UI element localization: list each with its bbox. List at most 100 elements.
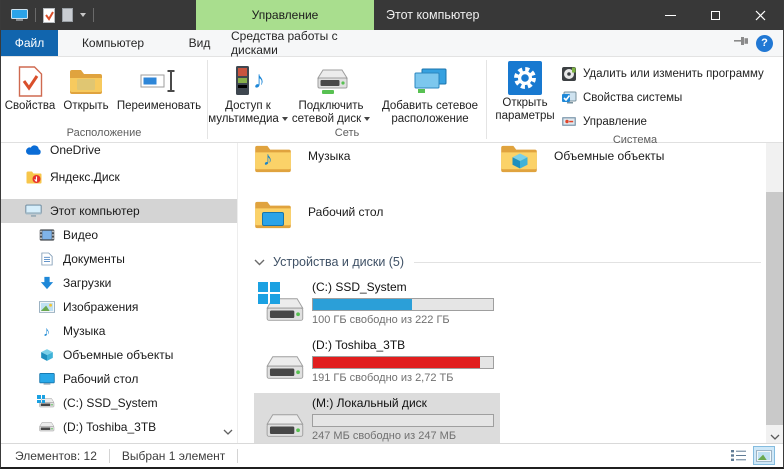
sidebar-item-3d-objects[interactable]: Объемные объекты (1, 343, 237, 367)
sidebar-item-yandex-disk[interactable]: Яндекс.Диск (1, 165, 237, 189)
system-properties-button[interactable]: Свойства системы (561, 87, 764, 109)
folder-tile-3d-objects[interactable]: Объемные объекты (500, 143, 746, 187)
minimize-icon (665, 15, 676, 16)
drive-tile-c[interactable]: (C:) SSD_System 100 ГБ свободно из 222 Г… (254, 277, 500, 330)
rename-button[interactable]: Переименовать (113, 61, 205, 113)
properties-qat-button[interactable] (43, 8, 55, 23)
windows-flag-icon (258, 282, 280, 304)
capacity-bar-fill (313, 299, 412, 310)
sidebar-scroll-down-icon[interactable] (223, 429, 233, 435)
tab-drive-tools[interactable]: Средства работы с дисками (231, 30, 379, 56)
drive-free-space: 247 МБ свободно из 247 МБ (312, 430, 494, 443)
capacity-bar (312, 298, 494, 311)
properties-button[interactable]: Свойства (1, 61, 59, 113)
open-settings-button[interactable]: Открыть параметры (493, 61, 557, 134)
close-icon (755, 10, 766, 21)
3d-cube-icon (511, 152, 529, 170)
rename-icon (140, 63, 178, 99)
thumbnails-view-icon (756, 450, 772, 462)
sidebar-item-drive-d[interactable]: (D:) Toshiba_3TB (1, 415, 237, 439)
uninstall-program-icon (561, 66, 577, 82)
sidebar-item-desktop[interactable]: Рабочий стол (1, 367, 237, 391)
drive-name: (D:) Toshiba_3TB (312, 338, 494, 353)
sidebar-item-this-pc[interactable]: Этот компьютер (1, 199, 237, 223)
uninstall-program-button[interactable]: Удалить или изменить программу (561, 63, 764, 85)
open-button[interactable]: Открыть (59, 61, 113, 113)
tab-computer[interactable]: Компьютер (58, 30, 168, 56)
blank-page-icon (62, 8, 73, 22)
folder-tile-music[interactable]: ♪ Музыка (254, 143, 500, 187)
sidebar-item-music[interactable]: ♪ Музыка (1, 319, 237, 343)
contextual-tab-header[interactable]: Управление (196, 0, 374, 30)
thumbnails-view-button[interactable] (753, 446, 775, 465)
section-chevron-icon (254, 259, 265, 266)
tab-view[interactable]: Вид (168, 30, 231, 56)
qat-dropdown-icon[interactable] (80, 13, 86, 17)
downloads-icon (38, 276, 55, 290)
sidebar-item-downloads[interactable]: Загрузки (1, 271, 237, 295)
open-folder-icon (69, 63, 103, 99)
sidebar-item-pictures[interactable]: Изображения (1, 295, 237, 319)
help-button[interactable]: ? (756, 35, 773, 52)
details-view-icon (731, 449, 746, 462)
properties-icon (18, 63, 43, 99)
section-rule (414, 262, 761, 263)
new-item-qat-button[interactable] (62, 8, 73, 22)
desktop-icon (38, 373, 55, 385)
minimize-button[interactable] (648, 0, 693, 30)
details-view-button[interactable] (727, 446, 749, 465)
dropdown-caret-icon (282, 117, 288, 121)
add-network-location-button[interactable]: Добавить сетевое расположение (374, 61, 486, 126)
dropdown-caret-icon (364, 117, 370, 121)
scroll-down-icon[interactable] (766, 434, 783, 440)
desktop-monitor-icon (262, 212, 284, 226)
drive-icon (256, 396, 312, 443)
capacity-bar (312, 356, 494, 369)
documents-icon (38, 252, 55, 266)
capacity-bar (312, 414, 494, 427)
network-location-icon (412, 63, 448, 99)
sidebar-item-documents[interactable]: Документы (1, 247, 237, 271)
drive-name: (C:) SSD_System (312, 280, 494, 295)
folder-icon (254, 143, 292, 173)
sidebar-item-video[interactable]: Видео (1, 223, 237, 247)
video-icon (38, 229, 55, 241)
drive-tile-m[interactable]: (M:) Локальный диск 247 МБ свободно из 2… (254, 393, 500, 443)
computer-management-icon (561, 114, 577, 130)
section-title: Устройства и диски (5) (273, 255, 404, 269)
scrollbar-thumb[interactable] (766, 192, 783, 425)
computer-icon (11, 9, 28, 22)
vertical-scrollbar[interactable] (766, 143, 783, 443)
manage-button[interactable]: Управление (561, 111, 764, 133)
close-button[interactable] (738, 0, 783, 30)
settings-gear-icon (508, 61, 542, 95)
drive-free-space: 191 ГБ свободно из 2,72 ТБ (312, 372, 494, 385)
status-separator (109, 449, 110, 463)
maximize-icon (711, 11, 720, 20)
capacity-bar-fill (313, 357, 480, 368)
folder-tile-desktop[interactable]: Рабочий стол (254, 197, 500, 243)
this-pc-qat-button[interactable] (11, 9, 28, 22)
status-separator (237, 449, 238, 463)
network-drive-icon (314, 63, 348, 99)
status-bar: Элементов: 12 Выбран 1 элемент (1, 443, 783, 467)
group-caption-location: Расположение (1, 127, 207, 142)
drive-icon (256, 338, 312, 385)
system-properties-icon (561, 90, 577, 106)
sidebar-item-drive-c[interactable]: (C:) SSD_System (1, 391, 237, 415)
media-access-button[interactable]: ♪ Доступ к мультимедиа (208, 61, 288, 126)
maximize-button[interactable] (693, 0, 738, 30)
drive-free-space: 100 ГБ свободно из 222 ГБ (312, 314, 494, 327)
drive-name: (M:) Локальный диск (312, 396, 494, 411)
ribbon-group-system: Открыть параметры Удалить или изменить п… (487, 57, 783, 142)
drive-tile-d[interactable]: (D:) Toshiba_3TB 191 ГБ свободно из 2,72… (254, 335, 500, 388)
map-network-drive-button[interactable]: Подключить сетевой диск (288, 61, 374, 126)
sidebar-item-onedrive[interactable]: OneDrive (1, 143, 237, 162)
qat-separator (93, 8, 94, 22)
group-caption-network: Сеть (208, 127, 486, 142)
section-header-devices[interactable]: Устройства и диски (5) (254, 253, 783, 271)
drive-icon (256, 280, 312, 327)
pin-ribbon-button[interactable] (734, 36, 749, 46)
tab-file[interactable]: Файл (1, 30, 58, 56)
ribbon-group-location: Свойства Открыть (1, 57, 207, 142)
